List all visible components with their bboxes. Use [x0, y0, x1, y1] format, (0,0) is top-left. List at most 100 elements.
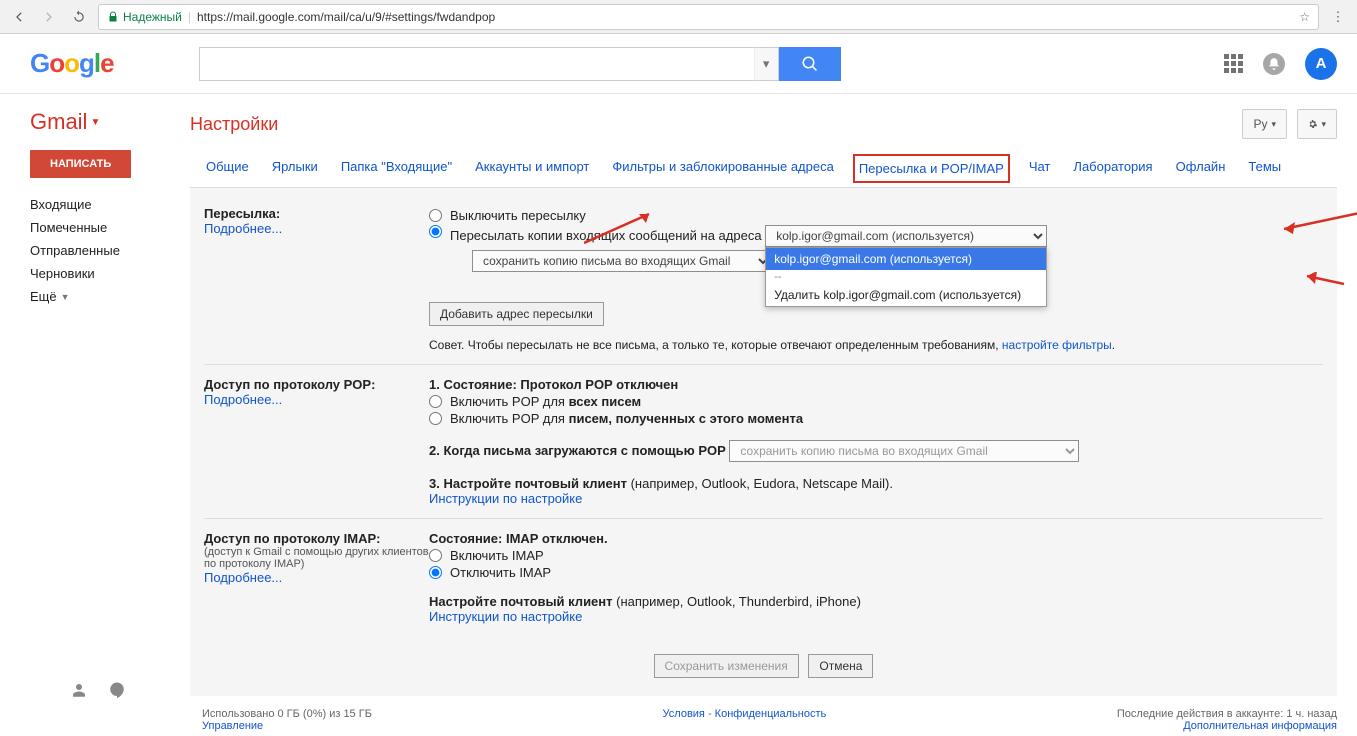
imap-client-example: (например, Outlook, Thunderbird, iPhone) — [616, 594, 861, 609]
privacy-link[interactable]: Конфиденциальность — [715, 708, 827, 720]
pop-enable-all-label: Включить POP для — [450, 394, 569, 409]
forwarding-enable-radio[interactable] — [429, 225, 442, 238]
activity-text: Последние действия в аккаунте: 1 ч. наза… — [1117, 708, 1337, 720]
forwarding-disable-label: Выключить пересылку — [450, 208, 586, 223]
tab-9[interactable]: Темы — [1244, 154, 1285, 183]
chevron-down-icon: ▾ — [1271, 119, 1276, 130]
activity-more-link[interactable]: Дополнительная информация — [1183, 720, 1337, 732]
imap-status-label: Состояние: — [429, 531, 506, 546]
tab-7[interactable]: Лаборатория — [1069, 154, 1156, 183]
footer-info: Использовано 0 ГБ (0%) из 15 ГБ Управлен… — [190, 696, 1337, 736]
gmail-logo-text: Gmail — [30, 109, 87, 135]
forwarding-dropdown-item-selected[interactable]: kolp.igor@gmail.com (используется) — [766, 248, 1046, 270]
content: Настройки Ру ▾ ▾ ОбщиеЯрлыкиПапка "Входя… — [190, 94, 1357, 736]
forwarding-dropdown-item-delete[interactable]: Удалить kolp.igor@gmail.com (используетс… — [766, 284, 1046, 306]
tab-3[interactable]: Аккаунты и импорт — [471, 154, 593, 183]
lock-icon — [107, 11, 119, 23]
imap-disable-label: Отключить IMAP — [450, 565, 551, 580]
gmail-logo[interactable]: Gmail ▼ — [0, 109, 190, 150]
star-icon[interactable]: ☆ — [1299, 10, 1310, 24]
pop-enable-all-radio[interactable] — [429, 395, 442, 408]
forwarding-learn-more-link[interactable]: Подробнее... — [204, 221, 282, 236]
pop-whendl-label: 2. Когда письма загружаются с помощью PO… — [429, 443, 726, 458]
imap-label: Доступ по протоколу IMAP: — [204, 531, 429, 546]
nav-more[interactable]: Ещё ▼ — [30, 285, 190, 308]
add-forwarding-address-button[interactable]: Добавить адрес пересылки — [429, 302, 604, 326]
section-pop: Доступ по протоколу POP: Подробнее... 1.… — [204, 365, 1323, 519]
footer-dash: - — [705, 708, 715, 720]
pop-client-label: 3. Настройте почтовый клиент — [429, 476, 631, 491]
forwarding-copy-label: Пересылать копии входящих сообщений на а… — [450, 228, 762, 243]
imap-disable-radio[interactable] — [429, 566, 442, 579]
tab-4[interactable]: Фильтры и заблокированные адреса — [608, 154, 837, 183]
search-icon — [801, 55, 819, 73]
person-icon[interactable] — [70, 681, 88, 699]
url-bar[interactable]: Надежный | https://mail.google.com/mail/… — [98, 4, 1319, 30]
forwarding-disable-radio[interactable] — [429, 209, 442, 222]
forwarding-address-dropdown: kolp.igor@gmail.com (используется) -- Уд… — [765, 247, 1047, 307]
hangouts-icon[interactable] — [108, 681, 126, 699]
url-text: https://mail.google.com/mail/ca/u/9/#set… — [197, 10, 495, 24]
nav-inbox[interactable]: Входящие — [30, 193, 190, 216]
search-box: ▾ — [199, 47, 841, 81]
nav-starred[interactable]: Помеченные — [30, 216, 190, 239]
pop-instructions-link[interactable]: Инструкции по настройке — [429, 491, 582, 506]
menu-button[interactable]: ⋮ — [1327, 6, 1349, 28]
search-button[interactable] — [779, 47, 841, 81]
tab-6[interactable]: Чат — [1025, 154, 1055, 183]
sidebar: Gmail ▼ НАПИСАТЬ Входящие Помеченные Отп… — [0, 94, 190, 736]
pop-enable-now-radio[interactable] — [429, 412, 442, 425]
search-dropdown-toggle[interactable]: ▾ — [754, 47, 779, 81]
pop-whendl-select[interactable]: сохранить копию письма во входящих Gmail — [729, 440, 1079, 462]
avatar[interactable]: А — [1305, 48, 1337, 80]
language-button[interactable]: Ру ▾ — [1242, 109, 1287, 139]
imap-learn-more-link[interactable]: Подробнее... — [204, 570, 282, 585]
tab-1[interactable]: Ярлыки — [268, 154, 322, 183]
nav-drafts[interactable]: Черновики — [30, 262, 190, 285]
imap-client-label: Настройте почтовый клиент — [429, 594, 616, 609]
imap-enable-radio[interactable] — [429, 549, 442, 562]
pop-label: Доступ по протоколу POP: — [204, 377, 429, 392]
section-forwarding: Пересылка: Подробнее... Выключить пересы… — [204, 200, 1323, 365]
nav-sent[interactable]: Отправленные — [30, 239, 190, 262]
search-input[interactable] — [199, 47, 754, 81]
tab-8[interactable]: Офлайн — [1172, 154, 1230, 183]
save-button[interactable]: Сохранить изменения — [654, 654, 799, 678]
chevron-down-icon: ▾ — [1321, 119, 1326, 130]
google-header: Google ▾ А — [0, 34, 1357, 94]
settings-tabs: Общие Ярлыки Папка "Входящие" Аккаунты и им… — [190, 154, 1337, 183]
browser-chrome: Надежный | https://mail.google.com/mail/… — [0, 0, 1357, 34]
back-button[interactable] — [8, 6, 30, 28]
storage-text: Использовано 0 ГБ (0%) из 15 ГБ — [202, 708, 372, 720]
forwarding-tip-text: Совет. Чтобы пересылать не все письма, а… — [429, 338, 1002, 352]
storage-manage-link[interactable]: Управление — [202, 720, 263, 732]
tab-5[interactable]: Пересылка и POP/IMAP — [853, 154, 1010, 183]
chevron-down-icon: ▼ — [61, 292, 70, 302]
imap-sublabel: (доступ к Gmail с помощью других клиенто… — [204, 546, 429, 570]
forwarding-keep-select[interactable]: сохранить копию письма во входящих Gmail — [472, 250, 772, 272]
google-logo[interactable]: Google — [30, 48, 114, 79]
terms-link[interactable]: Условия — [663, 708, 705, 720]
cancel-button[interactable]: Отмена — [808, 654, 873, 678]
reload-button[interactable] — [68, 6, 90, 28]
forwarding-address-select[interactable]: kolp.igor@gmail.com (используется) — [765, 225, 1047, 247]
language-button-label: Ру — [1253, 117, 1267, 131]
imap-instructions-link[interactable]: Инструкции по настройке — [429, 609, 582, 624]
compose-button[interactable]: НАПИСАТЬ — [30, 150, 131, 178]
apps-icon[interactable] — [1224, 54, 1243, 73]
settings-pane: Пересылка: Подробнее... Выключить пересы… — [190, 187, 1337, 696]
imap-status-value: IMAP отключен. — [506, 531, 608, 546]
notifications-icon[interactable] — [1263, 53, 1285, 75]
pop-learn-more-link[interactable]: Подробнее... — [204, 392, 282, 407]
tab-0[interactable]: Общие — [202, 154, 253, 183]
forward-button[interactable] — [38, 6, 60, 28]
tab-2[interactable]: Папка "Входящие" — [337, 154, 456, 183]
secure-badge: Надежный — [107, 10, 182, 24]
gmail-caret-icon: ▼ — [90, 117, 100, 128]
nav-more-label: Ещё — [30, 289, 57, 304]
annotation-arrow — [1304, 272, 1349, 292]
settings-button[interactable]: ▾ — [1297, 109, 1337, 139]
pop-enable-now-label: Включить POP для — [450, 411, 569, 426]
forwarding-tip: Совет. Чтобы пересылать не все письма, а… — [429, 338, 1323, 352]
forwarding-filters-link[interactable]: настройте фильтры — [1002, 338, 1112, 352]
